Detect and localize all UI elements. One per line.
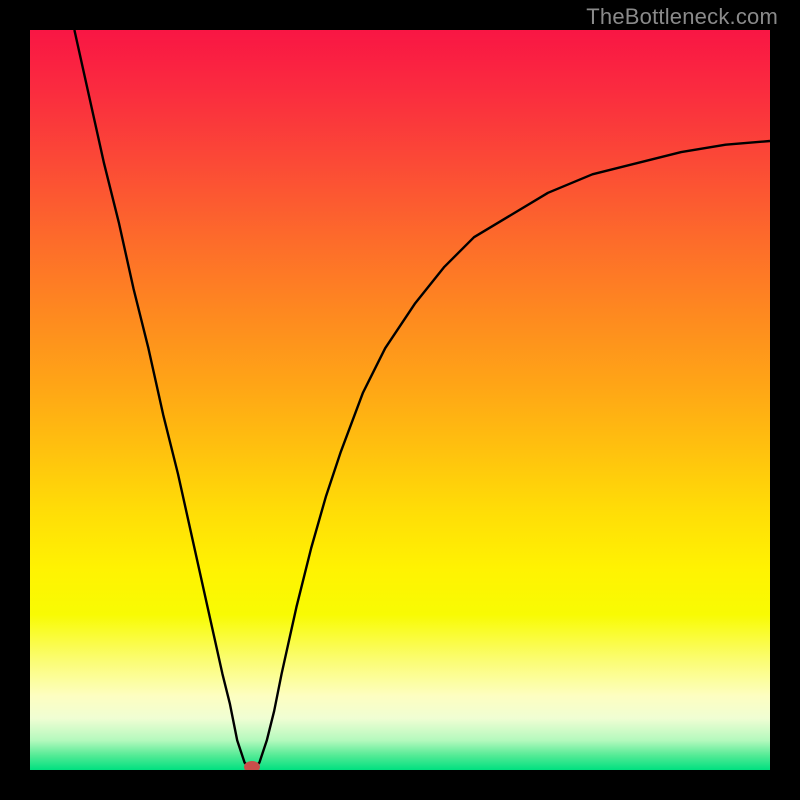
plot-area (30, 30, 770, 770)
min-marker (244, 761, 260, 770)
chart-frame: TheBottleneck.com (0, 0, 800, 800)
watermark-text: TheBottleneck.com (586, 4, 778, 30)
curve-svg (30, 30, 770, 770)
curve-line (74, 30, 770, 770)
